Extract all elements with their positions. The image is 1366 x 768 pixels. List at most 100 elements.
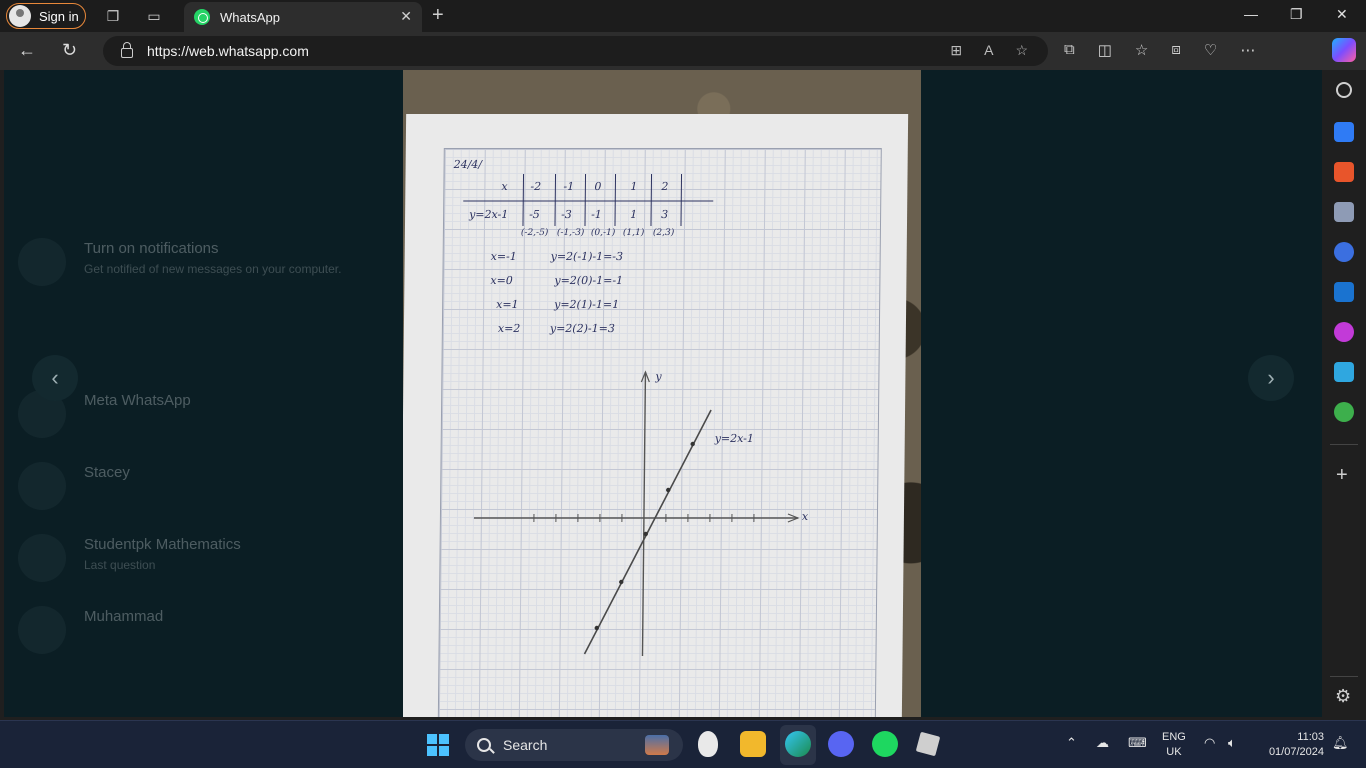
sign-in-label: Sign in (39, 8, 79, 24)
table-y-value: 1 (630, 208, 638, 221)
step-y: y=2(1)-1=1 (554, 298, 620, 311)
profile-icon (9, 5, 31, 27)
lock-icon[interactable] (121, 42, 133, 58)
table-y-label: y=2x-1 (469, 208, 509, 221)
plotted-point (690, 441, 695, 447)
tab-actions-icon[interactable]: ▭ (144, 6, 164, 26)
search-highlight-icon (645, 735, 669, 755)
table-point: (-2,-5) (520, 228, 549, 238)
clock-date: 01/07/2024 (1268, 746, 1324, 758)
back-icon[interactable]: ← (18, 40, 36, 61)
system-clock[interactable]: 11:03 01/07/2024 (1258, 730, 1324, 760)
workspaces-icon[interactable]: ❐ (103, 6, 123, 26)
table-x-value: -2 (530, 180, 542, 193)
taskbar-search[interactable]: Search (465, 729, 683, 761)
more-menu-icon[interactable]: ⋯ (1240, 41, 1255, 59)
add-sidebar-app-icon[interactable]: + (1336, 464, 1348, 487)
url-field[interactable]: https://web.whatsapp.com ⊞ A ☆ (103, 36, 1048, 66)
shopping-tag-icon[interactable] (1334, 122, 1354, 142)
table-x-label: x (501, 180, 508, 193)
discord-icon[interactable] (828, 731, 854, 757)
list-item-title: Meta WhatsApp (84, 392, 191, 409)
copilot-sidebar-icon[interactable] (1334, 242, 1354, 262)
settings-gear-icon[interactable]: ⚙ (1335, 686, 1351, 707)
app-available-icon[interactable]: ⊞ (950, 42, 962, 59)
notification-bell-icon[interactable]: 🔔︎ (1332, 735, 1349, 751)
taskbar-search-label: Search (503, 737, 548, 753)
volume-icon[interactable]: 🔈︎ (1228, 735, 1236, 751)
table-column-line (554, 174, 557, 226)
designer-icon[interactable] (1334, 322, 1354, 342)
table-column-line (584, 174, 587, 226)
table-point: (2,3) (652, 228, 675, 238)
onedrive-cloud-icon[interactable]: ☁ (1096, 735, 1109, 751)
table-column-line (650, 174, 653, 226)
table-x-value: 2 (661, 180, 669, 193)
table-column-line (522, 174, 525, 226)
roblox-icon[interactable] (915, 731, 941, 757)
collections-icon[interactable]: ⧈ (1171, 41, 1181, 59)
list-item-title: Studentpk Mathematics (84, 536, 241, 553)
close-window-icon[interactable]: ✕ (1336, 6, 1348, 23)
list-item: Stacey (18, 454, 388, 514)
table-x-value: 1 (630, 180, 638, 193)
list-item-title: Turn on notifications (84, 240, 219, 257)
new-tab-icon[interactable]: + (432, 4, 444, 27)
step-x: x=0 (490, 274, 513, 287)
copilot-icon[interactable] (1332, 38, 1356, 62)
wifi-icon[interactable]: ◠ (1204, 735, 1215, 751)
games-icon[interactable] (1334, 202, 1354, 222)
close-tab-icon[interactable]: ✕ (400, 8, 412, 25)
avatar (18, 606, 66, 654)
list-item-title: Muhammad (84, 608, 164, 625)
file-explorer-icon[interactable] (740, 731, 766, 757)
extensions-icon[interactable]: ⧉ (1064, 41, 1075, 59)
spotify-icon[interactable] (872, 731, 898, 757)
chevron-right-icon: › (1267, 365, 1275, 390)
mouse-app-icon[interactable] (698, 731, 718, 757)
table-point: (0,-1) (590, 228, 616, 238)
outlook-icon[interactable] (1334, 282, 1354, 302)
table-y-value: -1 (591, 208, 602, 221)
table-y-value: -3 (561, 208, 572, 221)
graph-paper: 24/4/ x y=2x-1 -2 -1 0 1 2 -5 -3 -1 1 3 … (403, 114, 909, 717)
language-code: ENG (1162, 731, 1186, 743)
browser-titlebar: Sign in ❐ ▭ WhatsApp ✕ + — ❐ ✕ (0, 0, 1366, 32)
table-y-value: 3 (661, 208, 669, 221)
previous-media-button[interactable]: ‹ (32, 355, 78, 401)
search-icon (477, 738, 491, 752)
step-y: y=2(2)-1=3 (549, 322, 615, 335)
plotted-point (594, 625, 599, 631)
list-item-subtitle: Last question (84, 558, 156, 572)
split-screen-icon[interactable]: ◫ (1098, 41, 1112, 59)
refresh-icon[interactable]: ↻ (62, 40, 77, 61)
favorite-star-icon[interactable]: ☆ (1015, 42, 1028, 59)
next-media-button[interactable]: › (1248, 355, 1294, 401)
language-indicator[interactable]: ENG UK (1162, 730, 1186, 760)
performance-icon[interactable]: ♡ (1204, 41, 1217, 59)
avatar (18, 534, 66, 582)
url-text: https://web.whatsapp.com (147, 43, 309, 59)
keyboard-icon[interactable]: ⌨ (1128, 735, 1147, 751)
edge-browser-icon[interactable] (785, 731, 811, 757)
step-x: x=1 (496, 298, 519, 311)
search-icon[interactable] (1336, 82, 1352, 98)
show-hidden-icons-chevron-up-icon[interactable]: ⌃ (1066, 735, 1077, 751)
step-x: x=2 (497, 322, 521, 335)
favorites-icon[interactable]: ☆ (1135, 41, 1148, 59)
start-button-windows-icon[interactable] (427, 734, 449, 756)
line-label: y=2x-1 (714, 432, 754, 445)
sign-in-button[interactable]: Sign in (6, 3, 86, 29)
minimize-icon[interactable]: — (1244, 6, 1258, 22)
list-item: Turn on notifications Get notified of ne… (18, 230, 388, 290)
y-axis-label: y (655, 370, 662, 383)
tab-whatsapp[interactable]: WhatsApp ✕ (184, 2, 422, 32)
tree-icon[interactable] (1334, 402, 1354, 422)
tools-icon[interactable] (1334, 162, 1354, 182)
plotted-point (666, 487, 671, 493)
read-aloud-icon[interactable]: A (984, 42, 993, 59)
step-x: x=-1 (490, 250, 517, 263)
table-point: (-1,-3) (556, 228, 585, 238)
telegram-icon[interactable] (1334, 362, 1354, 382)
restore-icon[interactable]: ❐ (1290, 6, 1303, 23)
